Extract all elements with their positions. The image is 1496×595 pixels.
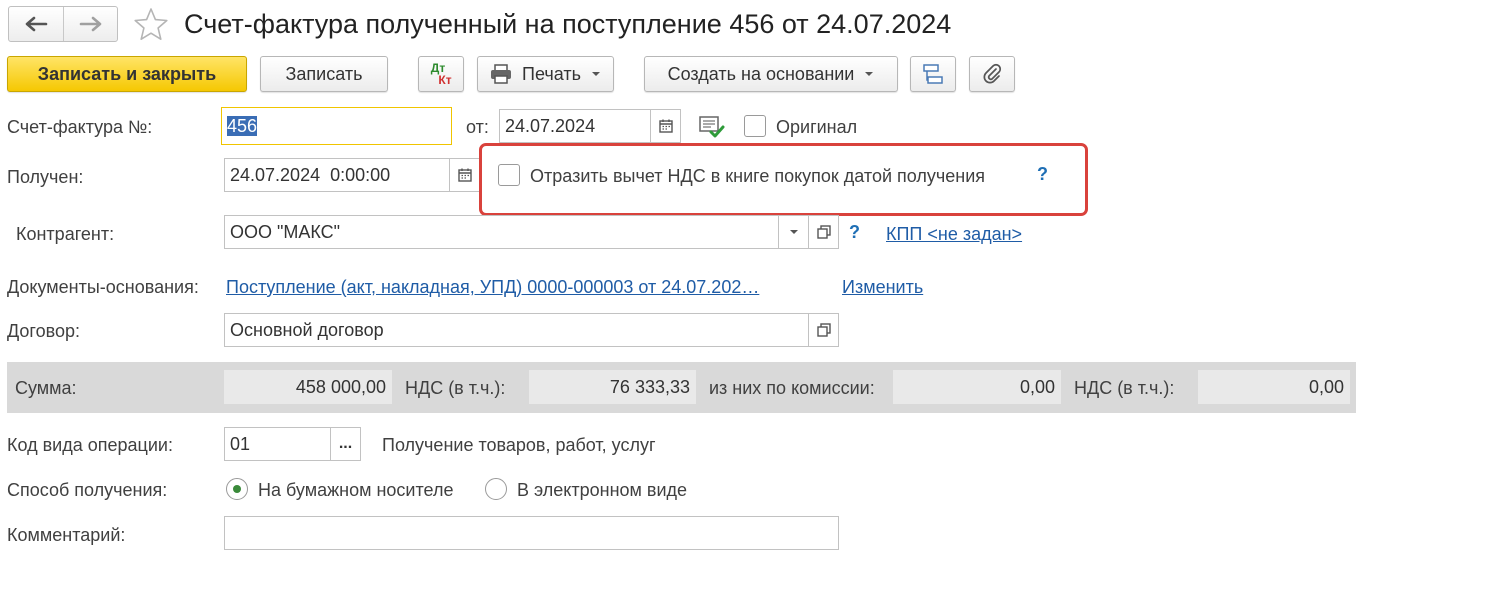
sum-label: Сумма: [15,378,77,398]
invoice-number-input[interactable]: 456 [221,107,452,145]
op-code-value: 01 [230,434,251,454]
arrow-left-icon [25,16,48,32]
vat-deduction-label: Отразить вычет НДС в книге покупок датой… [530,166,986,186]
nav-button-group [8,6,118,42]
original-checkbox[interactable] [744,115,766,137]
chevron-down-icon [865,72,874,76]
vat-deduction-help[interactable]: ? [1037,164,1048,184]
comment-input[interactable] [224,516,839,550]
invoice-number-value: 456 [227,116,258,136]
chevron-down-icon [591,72,600,76]
paperclip-icon [983,63,1002,84]
paper-label: На бумажном носителе [258,480,454,500]
radio-dot [233,485,241,493]
calendar-button[interactable] [650,110,680,142]
hierarchy-icon [923,64,943,84]
counterparty-label: Контрагент: [16,224,115,244]
open-icon [816,323,831,337]
print-button[interactable]: Печать [477,56,614,92]
counterparty-open-button[interactable] [808,216,838,248]
vat-deduction-checkbox[interactable] [498,164,520,186]
electronic-radio[interactable] [485,478,507,500]
commission-vat-value: 0,00 [1198,370,1350,404]
vat-value: 76 333,33 [529,370,696,404]
arrow-right-icon [79,16,102,32]
page-title: Счет-фактура полученный на поступление 4… [184,9,952,39]
save-button[interactable]: Записать [260,56,388,92]
document-check-icon [699,116,725,138]
save-and-close-button[interactable]: Записать и закрыть [7,56,247,92]
date-from-label: от: [466,117,489,137]
contract-label: Договор: [7,321,80,341]
op-code-description: Получение товаров, работ, услуг [382,435,656,455]
basis-docs-link[interactable]: Поступление (акт, накладная, УПД) 0000-0… [226,277,759,297]
kpp-link[interactable]: КПП <не задан> [886,224,1022,244]
create-on-basis-label: Создать на основании [667,63,855,84]
change-link[interactable]: Изменить [842,277,923,297]
create-on-basis-button[interactable]: Создать на основании [644,56,898,92]
open-icon [816,225,831,239]
dt-kt-button[interactable]: Дт Кт [418,56,464,92]
calendar-icon [457,168,472,182]
comment-label: Комментарий: [7,525,126,545]
op-code-label: Код вида операции: [7,435,173,455]
counterparty-input[interactable]: ООО "МАКС" [224,215,839,249]
contract-open-button[interactable] [808,314,838,346]
kt-label: Кт [438,73,452,87]
commission-vat-label: НДС (в т.ч.): [1074,378,1175,398]
paper-radio[interactable] [226,478,248,500]
date-from-value: 24.07.2024 [505,116,596,136]
receive-method-label: Способ получения: [7,480,168,500]
received-label: Получен: [7,167,84,187]
contract-value: Основной договор [230,320,384,340]
received-value: 24.07.2024 0:00:00 [230,165,391,185]
counterparty-value: ООО "МАКС" [230,222,341,242]
counterparty-help[interactable]: ? [849,222,860,242]
op-code-input[interactable]: 01 ... [224,427,361,461]
received-input[interactable]: 24.07.2024 0:00:00 [224,158,480,192]
counterparty-dropdown-button[interactable] [778,216,808,248]
original-label: Оригинал [776,117,858,137]
chevron-down-icon [789,230,798,234]
forward-button[interactable] [64,7,118,41]
basis-docs-label: Документы-основания: [7,277,199,297]
commission-value: 0,00 [893,370,1061,404]
commission-label: из них по комиссии: [709,378,875,398]
sum-value: 458 000,00 [224,370,392,404]
back-button[interactable] [9,7,64,41]
calendar-button[interactable] [449,159,479,191]
contract-input[interactable]: Основной договор [224,313,839,347]
calendar-icon [658,119,673,133]
attach-button[interactable] [969,56,1015,92]
printer-icon [491,64,511,84]
invoice-number-label: Счет-фактура №: [7,117,153,137]
print-label: Печать [522,63,581,84]
star-icon[interactable] [133,7,169,41]
op-code-select-button[interactable]: ... [330,428,360,460]
structure-button[interactable] [910,56,956,92]
vat-label: НДС (в т.ч.): [405,378,506,398]
electronic-label: В электронном виде [517,480,688,500]
date-from-input[interactable]: 24.07.2024 [499,109,681,143]
